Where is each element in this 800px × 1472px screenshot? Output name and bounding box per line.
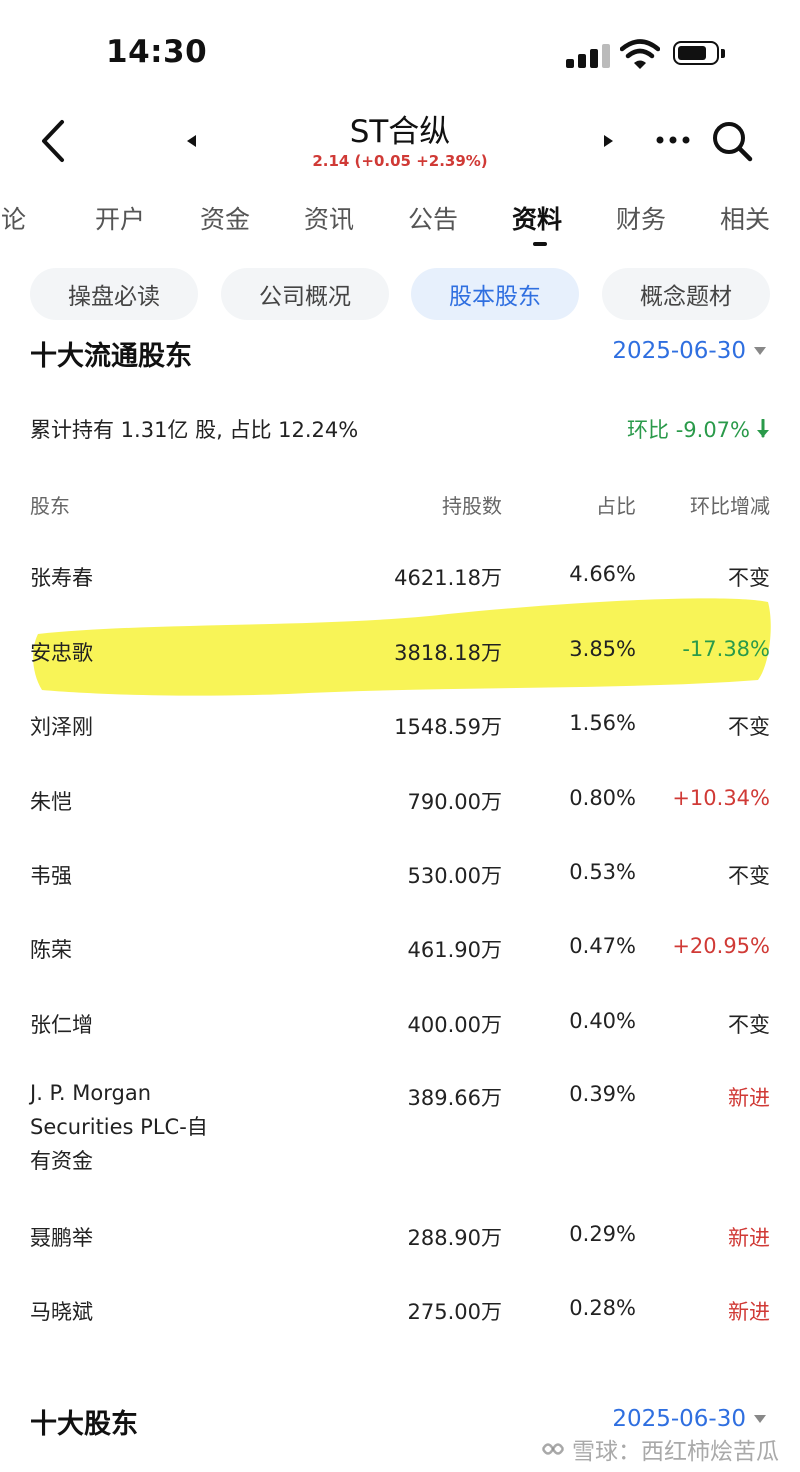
holder-change: -17.38%	[682, 637, 770, 661]
holder-name: 刘泽刚	[30, 715, 93, 739]
col-shares: 持股数	[442, 494, 502, 518]
holder-change: +20.95%	[672, 934, 770, 958]
down-arrow-icon	[757, 419, 769, 438]
tab-announcements[interactable]: 公告	[408, 200, 458, 236]
holder-ratio: 4.66%	[569, 562, 636, 586]
qoq-change: 环比 -9.07%	[627, 414, 770, 444]
holder-shares: 288.90万	[407, 1226, 502, 1250]
holder-shares: 4621.18万	[394, 566, 502, 590]
tab-funds[interactable]: 资金	[200, 200, 250, 236]
date-selector-top10[interactable]: 2025-06-30	[612, 1406, 766, 1432]
tab-profile[interactable]: 资料	[512, 200, 562, 236]
wifi-icon	[620, 39, 660, 69]
holder-name-line: Securities PLC-自	[30, 1115, 208, 1139]
holder-name: 朱恺	[30, 790, 72, 814]
tab-discussion[interactable]: 讨论	[0, 200, 26, 236]
holder-shares: 400.00万	[407, 1013, 502, 1037]
holder-change: 新进	[728, 1300, 770, 1324]
holder-name: 张寿春	[30, 566, 93, 590]
chip-must-read[interactable]: 操盘必读	[30, 268, 198, 320]
holder-name: 马晓斌	[30, 1300, 93, 1324]
back-arrow-icon[interactable]	[36, 118, 72, 164]
holder-ratio: 0.29%	[569, 1222, 636, 1246]
snowball-logo-icon	[541, 1443, 565, 1455]
section-title-top10: 十大股东	[30, 1409, 138, 1440]
chip-company-overview[interactable]: 公司概况	[221, 268, 389, 320]
chip-concepts[interactable]: 概念题材	[602, 268, 770, 320]
holder-name: 聂鹏举	[30, 1226, 93, 1250]
holder-shares: 1548.59万	[394, 715, 502, 739]
date-selector-float[interactable]: 2025-06-30	[612, 338, 766, 364]
date-value: 2025-06-30	[612, 1406, 746, 1432]
tab-news[interactable]: 资讯	[304, 200, 354, 236]
col-ratio: 占比	[596, 494, 636, 518]
active-tab-indicator	[533, 242, 547, 246]
holder-ratio: 0.39%	[569, 1082, 636, 1106]
tab-bar: 讨论 开户 资金 资讯 公告 资料 财务 相关	[0, 200, 800, 248]
holder-ratio: 3.85%	[569, 637, 636, 661]
holder-change: 新进	[728, 1226, 770, 1250]
more-icon[interactable]	[654, 128, 692, 152]
holder-change: 新进	[728, 1086, 770, 1110]
tab-related[interactable]: 相关	[720, 200, 770, 236]
date-value: 2025-06-30	[612, 338, 746, 364]
caret-down-icon	[754, 347, 766, 355]
holder-shares: 790.00万	[407, 790, 502, 814]
holder-name: 韦强	[30, 864, 72, 888]
stock-title: ST合纵	[349, 114, 451, 150]
holder-ratio: 0.47%	[569, 934, 636, 958]
holder-shares: 530.00万	[407, 864, 502, 888]
holder-ratio: 0.40%	[569, 1009, 636, 1033]
qoq-label: 环比 -9.07%	[627, 418, 750, 442]
holder-shares: 3818.18万	[394, 641, 502, 665]
holder-shares: 389.66万	[407, 1086, 502, 1110]
holder-shares: 461.90万	[407, 938, 502, 962]
holding-summary: 累计持有 1.31亿 股, 占比 12.24%	[30, 418, 359, 442]
table-header: 股东 持股数 占比 环比增减	[0, 490, 800, 520]
col-holder: 股东	[30, 494, 70, 518]
tab-open-account[interactable]: 开户	[95, 200, 145, 236]
holder-shares: 275.00万	[407, 1300, 502, 1324]
section-title-top10-float: 十大流通股东	[30, 341, 192, 372]
holder-change: 不变	[728, 1013, 770, 1037]
holder-name-line: 有资金	[30, 1149, 93, 1173]
chip-shareholders[interactable]: 股本股东	[411, 268, 579, 320]
cellular-signal-icon	[566, 44, 610, 68]
holder-name-line: J. P. Morgan	[30, 1081, 152, 1105]
holder-change: +10.34%	[672, 786, 770, 810]
status-time: 14:30	[106, 34, 208, 70]
holder-name: J. P. Morgan Securities PLC-自 有资金	[30, 1076, 208, 1178]
search-icon[interactable]	[710, 118, 754, 164]
tab-financials[interactable]: 财务	[616, 200, 666, 236]
holder-change: 不变	[728, 566, 770, 590]
holder-ratio: 0.53%	[569, 860, 636, 884]
holder-change: 不变	[728, 864, 770, 888]
watermark: 雪球：西红柿烩苦瓜	[540, 1432, 779, 1466]
col-change: 环比增减	[690, 494, 770, 518]
holder-ratio: 0.80%	[569, 786, 636, 810]
battery-icon	[673, 41, 727, 67]
holder-ratio: 1.56%	[569, 711, 636, 735]
holder-name: 安忠歌	[30, 641, 93, 665]
prev-stock-icon[interactable]	[182, 132, 200, 150]
next-stock-icon[interactable]	[600, 132, 618, 150]
holder-name: 张仁增	[30, 1013, 93, 1037]
watermark-text: 雪球：西红柿烩苦瓜	[572, 1439, 779, 1465]
holder-change: 不变	[728, 715, 770, 739]
caret-down-icon	[754, 1415, 766, 1423]
holder-name: 陈荣	[30, 938, 72, 962]
holder-ratio: 0.28%	[569, 1296, 636, 1320]
stock-price-line: 2.14 (+0.05 +2.39%)	[312, 152, 488, 170]
